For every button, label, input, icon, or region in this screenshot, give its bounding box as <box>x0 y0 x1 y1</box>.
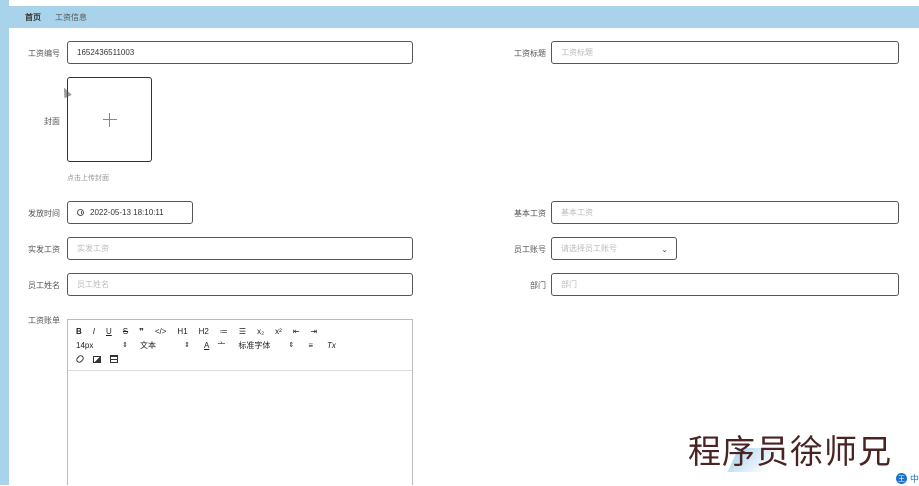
cover-upload-hint: 点击上传封面 <box>67 175 109 182</box>
base-salary-input[interactable] <box>561 208 898 217</box>
breadcrumb-home[interactable]: 首页 <box>25 12 41 23</box>
image-icon <box>93 355 101 363</box>
clock-icon <box>77 209 84 216</box>
text-style-value: 文本 <box>140 340 156 350</box>
department-input[interactable] <box>561 280 898 289</box>
font-color-button[interactable]: A <box>204 341 209 350</box>
align-button[interactable]: ≡ <box>308 341 313 350</box>
font-size-value: 14px <box>76 340 94 350</box>
ime-mode: 中 <box>909 474 919 484</box>
outdent-button[interactable]: ⇤ <box>293 327 300 336</box>
bold-button[interactable]: B <box>76 327 82 336</box>
payslip-label: 工资账单 <box>28 316 60 325</box>
base-salary-field[interactable] <box>551 201 899 224</box>
employee-account-label: 员工账号 <box>514 245 546 254</box>
employee-name-field[interactable] <box>67 273 413 296</box>
pay-time-picker[interactable]: 2022-05-13 18:10:11 <box>67 201 193 224</box>
employee-name-label: 员工姓名 <box>28 281 60 290</box>
font-family-select[interactable]: 标准字体 ⇕ <box>238 340 294 351</box>
employee-account-placeholder: 请选择员工账号 <box>561 244 617 253</box>
actual-salary-field[interactable] <box>67 237 413 260</box>
salary-title-input[interactable] <box>561 48 898 57</box>
actual-salary-label: 实发工资 <box>28 245 60 254</box>
cover-upload-button[interactable] <box>67 77 152 162</box>
left-accent-strip <box>0 0 9 485</box>
background-color-button[interactable]: 亠 <box>217 340 225 351</box>
actual-salary-input[interactable] <box>77 244 412 253</box>
base-salary-label: 基本工资 <box>514 209 546 218</box>
plus-icon <box>102 112 117 127</box>
salary-no-value: 1652436511003 <box>77 48 135 57</box>
bullet-list-button[interactable]: ☰ <box>239 327 246 336</box>
employee-account-select[interactable]: 请选择员工账号 ⌄ <box>551 237 677 260</box>
strike-button[interactable]: S <box>123 327 128 336</box>
select-arrows-icon: ⇕ <box>122 342 128 349</box>
code-block-button[interactable]: </> <box>155 327 167 336</box>
editor-content-area[interactable] <box>68 371 412 486</box>
employee-name-input[interactable] <box>77 280 412 289</box>
pay-time-label: 发放时间 <box>28 209 60 218</box>
salary-no-label: 工资编号 <box>28 49 60 58</box>
select-arrows-icon: ⇕ <box>184 342 190 349</box>
cover-label: 封面 <box>44 117 60 126</box>
ordered-list-button[interactable]: ≔ <box>220 327 228 336</box>
breadcrumb: 首页 工资信息 <box>9 6 919 28</box>
link-button[interactable] <box>75 354 85 364</box>
clear-format-button[interactable]: Tx <box>327 341 336 350</box>
ime-badge-icon: 王 <box>895 473 907 484</box>
italic-button[interactable]: I <box>93 327 95 336</box>
font-family-value: 标准字体 <box>238 340 271 350</box>
link-icon <box>75 354 85 364</box>
select-arrows-icon: ⇕ <box>288 342 295 349</box>
header2-button[interactable]: H2 <box>199 327 209 336</box>
indent-button[interactable]: ⇥ <box>311 327 318 336</box>
department-field[interactable] <box>551 273 899 296</box>
text-style-select[interactable]: 文本 ⇕ <box>140 340 190 351</box>
image-button[interactable] <box>93 355 101 363</box>
salary-title-field[interactable] <box>551 41 899 64</box>
breadcrumb-current: 工资信息 <box>55 12 87 22</box>
font-size-select[interactable]: 14px ⇕ <box>76 341 128 350</box>
blockquote-button[interactable]: ❞ <box>139 327 144 336</box>
editor-toolbar: B I U S ❞ </> H1 H2 ≔ ☰ x₂ x² ⇤ ⇥ 14px ⇕… <box>68 320 412 371</box>
rich-text-editor: B I U S ❞ </> H1 H2 ≔ ☰ x₂ x² ⇤ ⇥ 14px ⇕… <box>67 319 413 485</box>
watermark-text: 程序员徐师兄 <box>688 435 892 471</box>
subscript-button[interactable]: x₂ <box>257 327 264 336</box>
salary-no-field[interactable]: 1652436511003 <box>67 41 413 64</box>
chevron-down-icon: ⌄ <box>661 245 668 254</box>
video-button[interactable] <box>110 355 118 363</box>
underline-button[interactable]: U <box>106 327 112 336</box>
ime-indicator[interactable]: 王 中 <box>895 472 919 485</box>
department-label: 部门 <box>530 281 546 290</box>
pay-time-value: 2022-05-13 18:10:11 <box>90 208 164 217</box>
salary-title-label: 工资标题 <box>514 49 546 58</box>
video-icon <box>110 355 118 363</box>
superscript-button[interactable]: x² <box>275 327 282 336</box>
header1-button[interactable]: H1 <box>177 327 187 336</box>
